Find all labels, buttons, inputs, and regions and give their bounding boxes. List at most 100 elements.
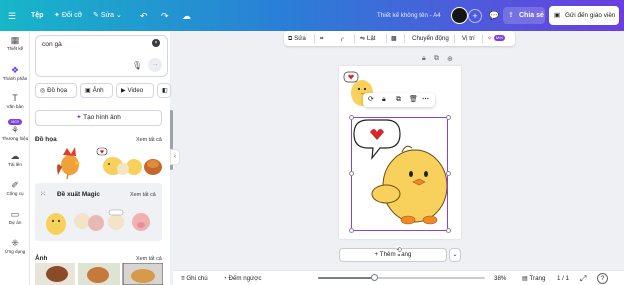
file-menu[interactable]: Tệp [31, 9, 43, 23]
pages-icon: ▤ [522, 275, 528, 282]
rotate-handle-icon[interactable]: ⟲ [396, 246, 402, 254]
rail-item-text[interactable]: T Văn bản [0, 93, 30, 109]
resize-handle[interactable] [349, 115, 354, 120]
rail-label: Dự án [8, 220, 22, 225]
resize-button[interactable]: ✦ Đổi cỡ [54, 9, 82, 23]
magic-thumbnails [46, 209, 150, 235]
magic-pig-graphic[interactable] [132, 213, 150, 231]
submit-arrow-icon[interactable]: → [148, 58, 162, 72]
zoom-value[interactable]: 38% [494, 273, 506, 284]
search-input[interactable]: con gà × 🎙 → [35, 35, 168, 77]
collapse-panel-button[interactable]: ‹ [170, 149, 180, 165]
magic-cat-pair-graphic[interactable] [74, 213, 104, 231]
resize-label: Đổi cỡ [61, 12, 83, 19]
add-page-icon[interactable]: ⊕ [447, 55, 453, 63]
rail-item-uploads[interactable]: ☁ Tải lên [0, 151, 30, 167]
menu-icon[interactable]: ☰ [8, 9, 16, 23]
undo-icon[interactable]: ↶ [140, 9, 148, 23]
flip-label: Lật [366, 35, 376, 42]
add-collaborator-icon[interactable]: + [468, 9, 482, 23]
add-page-button[interactable]: + Thêm trang [339, 248, 447, 262]
lock-page-icon[interactable]: 🔒︎ [422, 55, 426, 63]
zoom-slider-fill [318, 277, 375, 279]
animate-button[interactable]: Chuyển động [412, 31, 449, 46]
page-count[interactable]: 1 / 1 [557, 273, 569, 284]
roast-chicken-graphic[interactable] [144, 159, 162, 175]
image-icon: ▣ [85, 87, 91, 94]
new-tag: Mới [493, 35, 505, 42]
magic-see-all-link[interactable]: Xem tất cả [130, 192, 156, 198]
transparency-icon[interactable]: ▩ [391, 31, 397, 46]
edit-image-button[interactable]: ⧉ Sửa [288, 31, 306, 46]
resize-handle[interactable] [446, 228, 451, 233]
more-options-icon[interactable]: ⋯ [422, 94, 429, 106]
chip-label: Ảnh [92, 87, 104, 94]
page-view-button[interactable]: ▤ Trang [522, 273, 545, 284]
avatar[interactable] [451, 7, 468, 24]
generate-image-button[interactable]: ✦ Tạo hình ảnh [35, 110, 162, 126]
delete-icon[interactable]: 🗑 [409, 94, 418, 106]
send-label: Gửi đến giáo viên [565, 12, 616, 19]
comment-icon[interactable]: 💬 [489, 9, 499, 23]
corner-rounding-icon[interactable]: ╭ [340, 31, 344, 46]
clear-icon[interactable]: × [152, 39, 160, 47]
resize-handle[interactable] [446, 115, 451, 120]
chevron-down-icon: ⌄ [116, 12, 122, 19]
document-title[interactable]: Thiết kế không tên - A4 [377, 9, 441, 23]
photos-section-title: Ảnh [35, 255, 48, 262]
fullscreen-icon[interactable]: ⤢ [580, 273, 586, 284]
filter-chip-more[interactable]: ◧ [157, 83, 171, 98]
rail-item-design[interactable]: ▦ Thiết kế [0, 35, 30, 51]
resize-handle[interactable] [349, 171, 354, 176]
magic-chick-graphic[interactable] [46, 213, 66, 235]
rooster-graphic[interactable] [57, 147, 81, 179]
photos-see-all-link[interactable]: Xem tất cả [136, 256, 162, 262]
magic-cat-chef-graphic[interactable] [108, 209, 124, 230]
generate-label: Tạo hình ảnh [83, 114, 121, 121]
microphone-icon[interactable]: 🎙 [132, 61, 142, 70]
timer-button[interactable]: ◔ Đếm ngược [223, 273, 261, 284]
rail-item-projects[interactable]: ▭ Dự án [0, 209, 30, 225]
filter-chip-graphics[interactable]: ◎ Đồ họa [35, 83, 77, 98]
notes-button[interactable]: ≡ Ghi chú [181, 273, 208, 284]
video-icon: ▶ [121, 87, 126, 94]
edit-mode-button[interactable]: ✎ Sửa ⌄ [93, 9, 122, 23]
rail-item-tools[interactable]: ✐ Công cụ [0, 180, 30, 196]
cloud-save-icon[interactable]: ☁ [182, 9, 191, 23]
position-button[interactable]: Vị trí [462, 31, 475, 46]
element-toolbar: ⟳ 🔒︎ ⧉ 🗑 ⋯ [363, 93, 435, 107]
flip-button[interactable]: ⇋ Lật [360, 31, 376, 46]
rail-item-elements[interactable]: ❖ Thành phần [0, 65, 30, 81]
crop-icon[interactable]: ⌗ [320, 31, 323, 46]
chip-label: Đồ họa [47, 87, 68, 94]
folder-icon: ▭ [10, 209, 20, 219]
rail-item-apps[interactable]: ⁜ Ứng dụng [0, 238, 30, 254]
timer-icon: ◔ [223, 275, 227, 282]
notes-icon: ≡ [181, 275, 185, 282]
rail-item-brand[interactable]: ⚘ Thương hiệu [0, 125, 30, 141]
pages-label: Trang [529, 275, 546, 282]
magic-tools-button[interactable]: ✧ Mới [487, 31, 505, 46]
help-icon[interactable]: ? [597, 273, 608, 284]
filter-chip-videos[interactable]: ▶ Video [116, 83, 154, 98]
duplicate-element-icon[interactable]: ⧉ [396, 94, 401, 106]
graphics-see-all-link[interactable]: Xem tất cả [136, 137, 162, 143]
duplicate-page-icon[interactable]: ⧉ [434, 55, 439, 63]
add-page-options[interactable]: ⌄ [449, 248, 461, 262]
top-bar: ☰ Tệp ✦ Đổi cỡ ✎ Sửa ⌄ ↶ ↷ ☁ Thiết kế kh… [0, 0, 624, 31]
filter-chip-photos[interactable]: ▣ Ảnh [80, 83, 113, 98]
send-to-teacher-button[interactable]: ▣ Gửi đến giáo viên [549, 6, 619, 25]
scroll-left-icon[interactable] [37, 167, 46, 176]
graphics-section-title: Đồ họa [35, 136, 57, 143]
shapes-icon: ❖ [10, 65, 20, 75]
notes-label: Ghi chú [186, 275, 208, 282]
resize-handle[interactable] [446, 171, 451, 176]
resize-handle[interactable] [349, 228, 354, 233]
lock-element-icon[interactable]: 🔒︎ [382, 94, 386, 106]
rotate-icon[interactable]: ⟳ [368, 94, 374, 106]
rail-label: Ứng dụng [4, 249, 26, 254]
selection-box[interactable] [351, 117, 448, 231]
sparkle-icon: ✦ [76, 114, 82, 121]
layout-icon: ▦ [10, 35, 20, 45]
redo-icon[interactable]: ↷ [161, 9, 169, 23]
